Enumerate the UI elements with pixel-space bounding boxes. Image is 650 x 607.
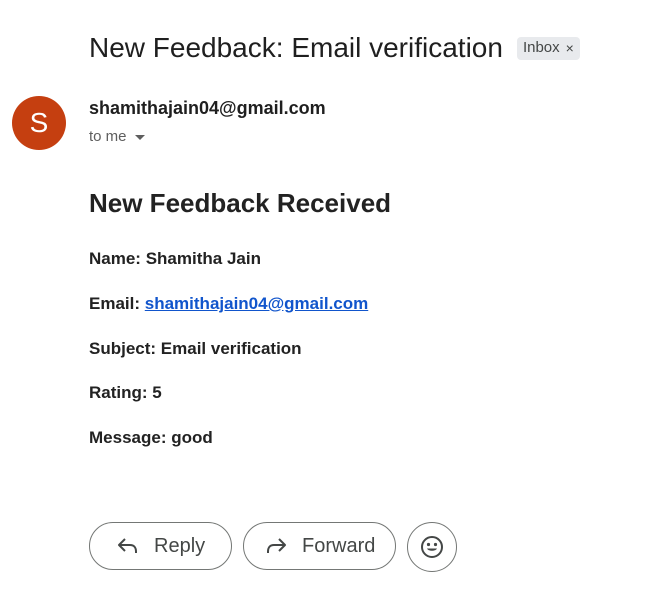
forward-label: Forward <box>302 534 376 557</box>
forward-arrow-icon <box>264 534 288 558</box>
message-field: Message: good <box>89 428 213 448</box>
name-value: Shamitha Jain <box>145 249 261 268</box>
recipient-details-toggle[interactable]: to me <box>89 128 145 145</box>
remove-label-icon[interactable]: × <box>566 39 574 57</box>
inbox-label-chip[interactable]: Inbox × <box>516 36 580 60</box>
email-link[interactable]: shamithajain04@gmail.com <box>145 294 368 313</box>
subject-field: Subject: Email verification <box>89 339 302 359</box>
emoji-reaction-button[interactable] <box>407 522 457 572</box>
reply-arrow-icon <box>116 534 140 558</box>
reply-label: Reply <box>154 534 206 557</box>
rating-value: 5 <box>152 383 162 402</box>
sender-avatar[interactable]: S <box>12 96 66 150</box>
sender-email[interactable]: shamithajain04@gmail.com <box>89 98 326 119</box>
inbox-label-text: Inbox <box>522 38 560 56</box>
subject-value: Email verification <box>160 339 302 358</box>
reply-button[interactable]: Reply <box>89 522 232 570</box>
message-value: good <box>171 428 213 447</box>
message-label: Message: <box>89 428 167 447</box>
recipient-text: to me <box>89 128 127 145</box>
message-heading: New Feedback Received <box>89 188 392 218</box>
email-subject: New Feedback: Email verification <box>89 32 503 63</box>
subject-label: Subject: <box>89 339 157 358</box>
name-field: Name: Shamitha Jain <box>89 249 261 269</box>
smiley-icon <box>421 536 443 558</box>
forward-button[interactable]: Forward <box>243 522 396 570</box>
email-field: Email: shamithajain04@gmail.com <box>89 294 368 314</box>
avatar-letter: S <box>29 107 49 138</box>
email-label: Email: <box>89 294 141 313</box>
name-label: Name: <box>89 249 141 268</box>
rating-field: Rating: 5 <box>89 383 162 403</box>
rating-label: Rating: <box>89 383 148 402</box>
subject-row: New Feedback: Email verification Inbox × <box>89 30 580 66</box>
chevron-down-icon <box>134 135 145 140</box>
